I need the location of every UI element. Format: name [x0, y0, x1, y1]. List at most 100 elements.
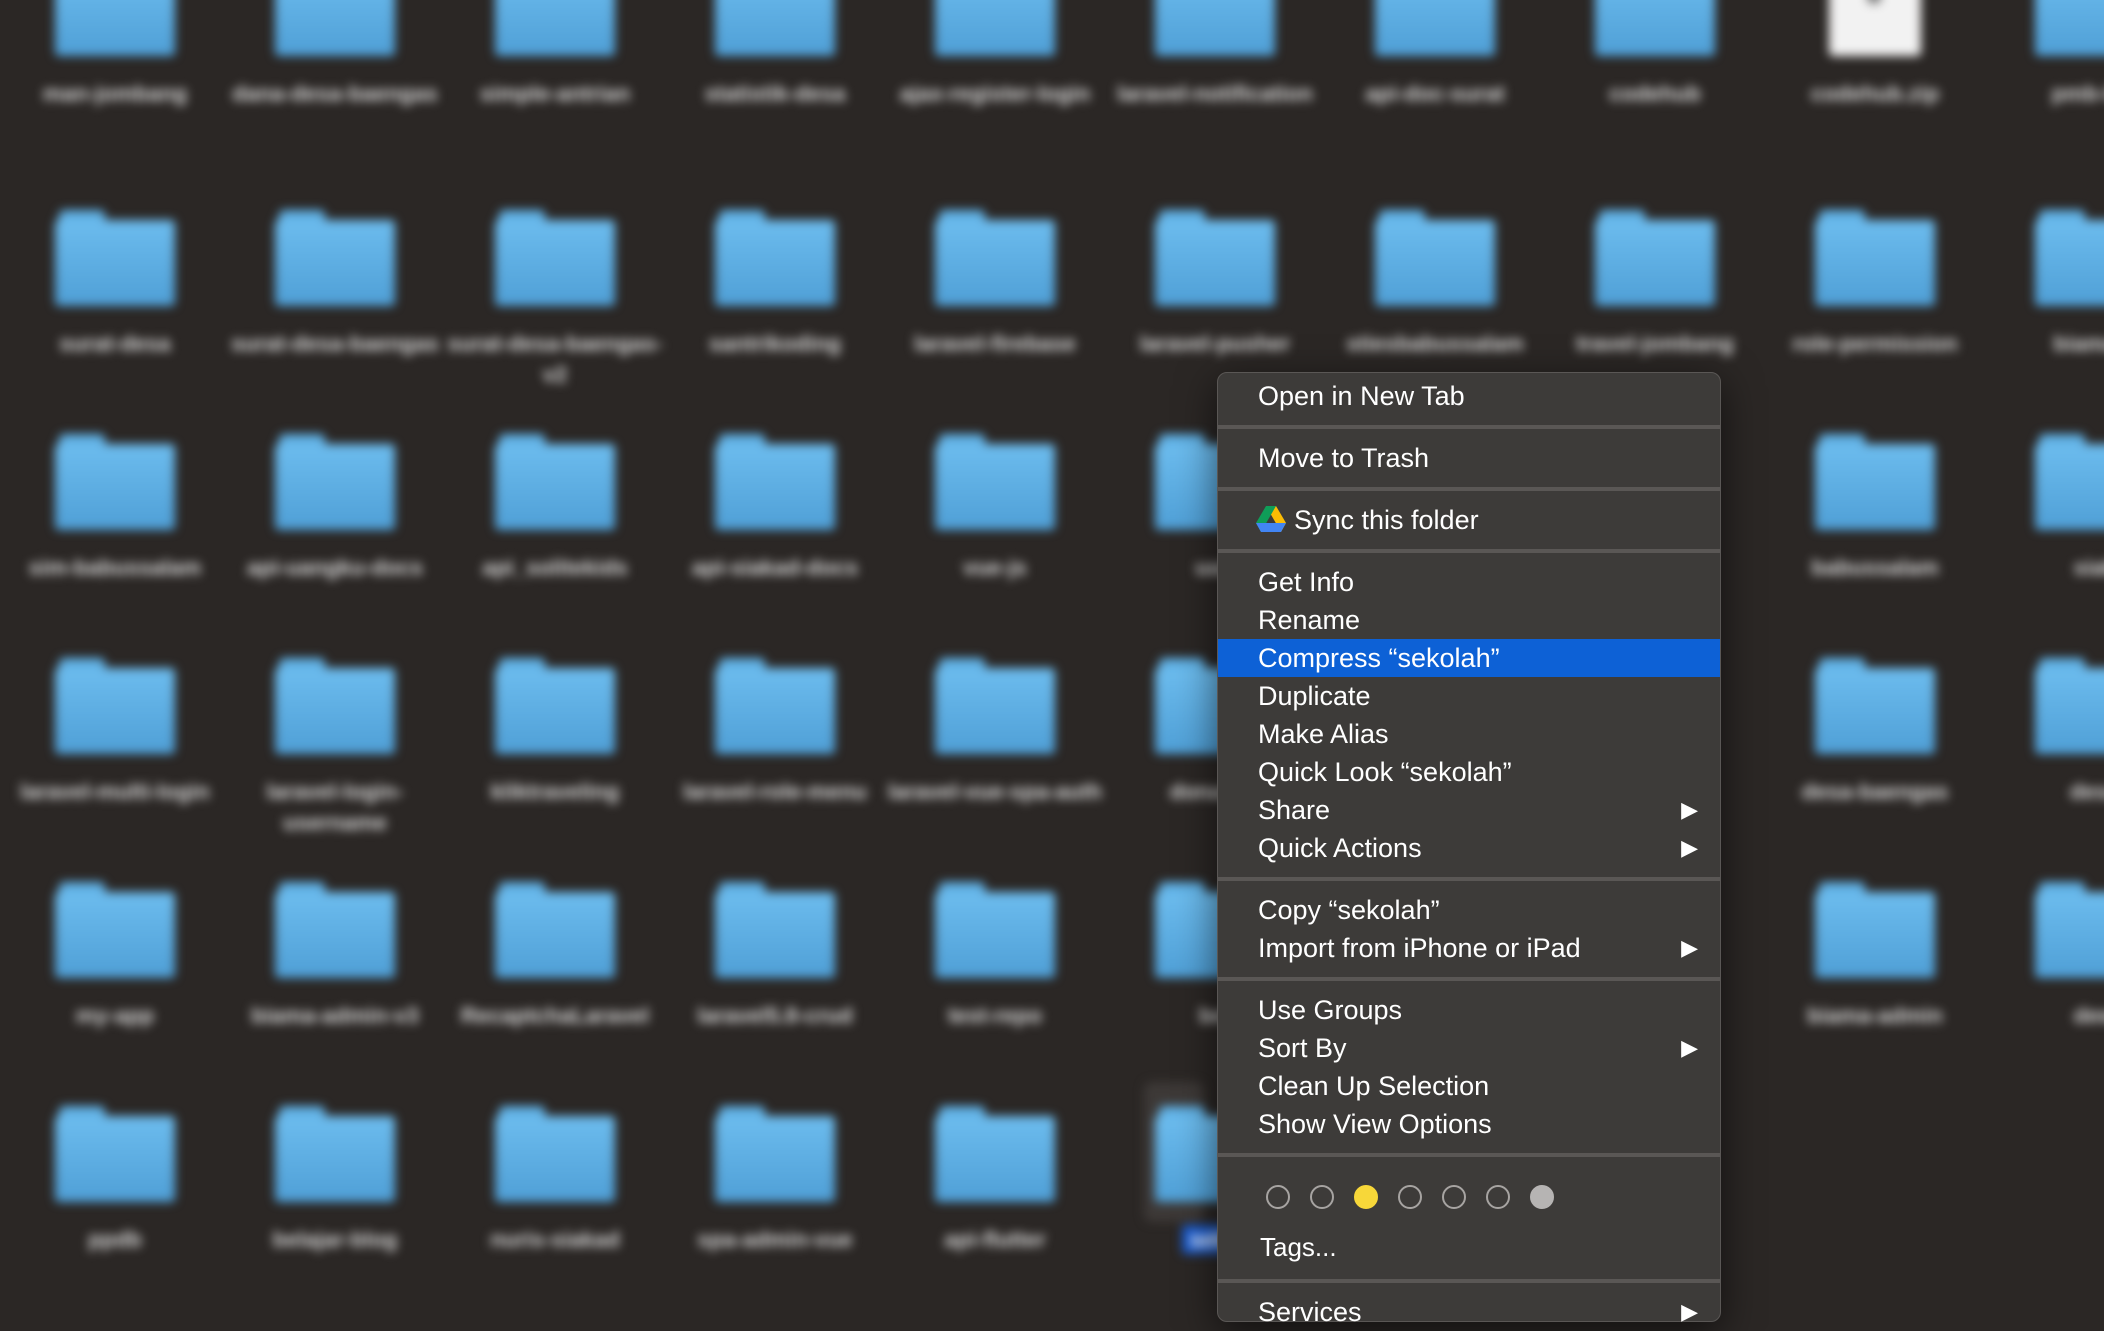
tag-color-gray[interactable] [1530, 1185, 1554, 1209]
folder-item[interactable]: dew [1985, 882, 2104, 1031]
folder-icon [2035, 210, 2104, 306]
folder-icon [1815, 658, 1935, 754]
folder-item[interactable]: dana-desa-baengas [225, 0, 445, 109]
menu-item-show-view-options[interactable]: Show View Options [1218, 1105, 1720, 1143]
submenu-arrow-icon: ▶ [1681, 935, 1698, 960]
folder-icon [55, 882, 175, 978]
menu-item-services[interactable]: Services ▶ [1218, 1293, 1720, 1331]
folder-item[interactable]: man-jombang [5, 0, 225, 109]
menu-item-quick-look[interactable]: Quick Look “sekolah” [1218, 753, 1720, 791]
folder-item[interactable]: sim-babussalam [5, 434, 225, 583]
menu-item-get-info[interactable]: Get Info [1218, 563, 1720, 601]
folder-item[interactable]: biama-a [1985, 210, 2104, 359]
folder-icon [1815, 434, 1935, 530]
folder-item[interactable]: desa [1985, 658, 2104, 807]
folder-item[interactable]: simple-antrian [445, 0, 665, 109]
menu-item-compress[interactable]: Compress “sekolah” [1218, 639, 1720, 677]
menu-item-sort-by[interactable]: Sort By ▶ [1218, 1029, 1720, 1067]
tag-color-none-5[interactable] [1486, 1185, 1510, 1209]
menu-item-label: Share [1258, 795, 1331, 825]
menu-item-share[interactable]: Share ▶ [1218, 791, 1720, 829]
folder-item[interactable]: laravel-notification [1105, 0, 1325, 109]
folder-item[interactable]: laravel-role-menu [665, 658, 885, 807]
folder-label: sim-babussalam [28, 555, 202, 580]
menu-item-move-to-trash[interactable]: Move to Trash [1218, 439, 1720, 477]
folder-item[interactable]: laravel-login-username [225, 658, 445, 838]
folder-item[interactable]: api_solitekids [445, 434, 665, 583]
folder-item[interactable]: santrikoding [665, 210, 885, 359]
folder-item[interactable]: kliktraveling [445, 658, 665, 807]
folder-item[interactable]: belajar-blog [225, 1106, 445, 1255]
menu-item-use-groups[interactable]: Use Groups [1218, 991, 1720, 1029]
folder-item[interactable]: test-repo [885, 882, 1105, 1031]
menu-item-duplicate[interactable]: Duplicate [1218, 677, 1720, 715]
menu-item-make-alias[interactable]: Make Alias [1218, 715, 1720, 753]
folder-item[interactable]: laravel-multi-login [5, 658, 225, 807]
tag-color-none-3[interactable] [1398, 1185, 1422, 1209]
menu-separator [1218, 877, 1720, 881]
folder-item[interactable]: api-uangku-docs [225, 434, 445, 583]
folder-item[interactable]: travel-jombang [1545, 210, 1765, 359]
menu-item-clean-up-selection[interactable]: Clean Up Selection [1218, 1067, 1720, 1105]
folder-label: surat-desa [59, 331, 171, 356]
folder-icon [275, 1106, 395, 1202]
file-label: codehub.zip [1810, 81, 1940, 106]
folder-item[interactable]: role-permission [1765, 210, 1985, 359]
folder-item[interactable]: vue-js [885, 434, 1105, 583]
menu-item-rename[interactable]: Rename [1218, 601, 1720, 639]
folder-item[interactable]: my-app [5, 882, 225, 1031]
folder-item[interactable]: pmb-bat [1985, 0, 2104, 109]
folder-item[interactable]: api-doc-surat [1325, 0, 1545, 109]
folder-icon [1375, 0, 1495, 56]
folder-item[interactable]: laravel5.8-crud [665, 882, 885, 1031]
folder-item[interactable]: biama-admin-v3 [225, 882, 445, 1031]
folder-item[interactable]: api-siakad-docs [665, 434, 885, 583]
folder-item[interactable]: biama-admin [1765, 882, 1985, 1031]
menu-item-copy[interactable]: Copy “sekolah” [1218, 891, 1720, 929]
folder-item[interactable]: stiesbabussalam [1325, 210, 1545, 359]
folder-item[interactable]: siak [1985, 434, 2104, 583]
submenu-arrow-icon: ▶ [1681, 835, 1698, 860]
tag-color-none-4[interactable] [1442, 1185, 1466, 1209]
folder-item[interactable]: surat-desa-baengas [225, 210, 445, 359]
folder-label: api-uangku-docs [246, 555, 423, 580]
folder-icon [1595, 210, 1715, 306]
menu-item-quick-actions[interactable]: Quick Actions ▶ [1218, 829, 1720, 867]
folder-item[interactable]: ppdb [5, 1106, 225, 1255]
folder-label: test-repo [947, 1003, 1043, 1028]
folder-label: api_solitekids [482, 555, 628, 580]
folder-label: desa-baengas [1801, 779, 1949, 804]
tag-color-yellow[interactable] [1354, 1185, 1378, 1209]
folder-label: vue-js [963, 555, 1027, 580]
folder-item[interactable]: laravel-pusher [1105, 210, 1325, 359]
folder-item[interactable]: surat-desa [5, 210, 225, 359]
folder-item[interactable]: ajax-register-login [885, 0, 1105, 109]
folder-item[interactable]: codehub [1545, 0, 1765, 109]
folder-item[interactable]: laravel-firebase [885, 210, 1105, 359]
tag-color-none-1[interactable] [1266, 1185, 1290, 1209]
menu-item-sync-folder[interactable]: Sync this folder [1218, 501, 1720, 539]
menu-item-import-from-iphone[interactable]: Import from iPhone or iPad ▶ [1218, 929, 1720, 967]
folder-icon [935, 1106, 1055, 1202]
file-item[interactable]: codehub.zip [1765, 0, 1985, 109]
folder-item[interactable]: statistik-desa [665, 0, 885, 109]
menu-separator [1218, 1279, 1720, 1283]
folder-icon [715, 0, 835, 56]
menu-item-open-in-new-tab[interactable]: Open in New Tab [1218, 377, 1720, 415]
folder-icon [55, 1106, 175, 1202]
folder-item[interactable]: nuris-siakad [445, 1106, 665, 1255]
folder-label: my-app [75, 1003, 155, 1028]
folder-item[interactable]: spa-admin-vue [665, 1106, 885, 1255]
folder-item[interactable]: api-flutter [885, 1106, 1105, 1255]
tag-color-none-2[interactable] [1310, 1185, 1334, 1209]
folder-item[interactable]: desa-baengas [1765, 658, 1985, 807]
folder-item[interactable]: surat-desa-baengas-v2 [445, 210, 665, 390]
folder-item[interactable]: laravel-vue-spa-auth [885, 658, 1105, 807]
folder-icon [935, 434, 1055, 530]
folder-icon [55, 210, 175, 306]
menu-separator [1218, 487, 1720, 491]
folder-icon [715, 882, 835, 978]
folder-item[interactable]: babussalam [1765, 434, 1985, 583]
menu-item-tags[interactable]: Tags... [1218, 1227, 1720, 1267]
folder-item[interactable]: RecaptchaLaravel [445, 882, 665, 1031]
